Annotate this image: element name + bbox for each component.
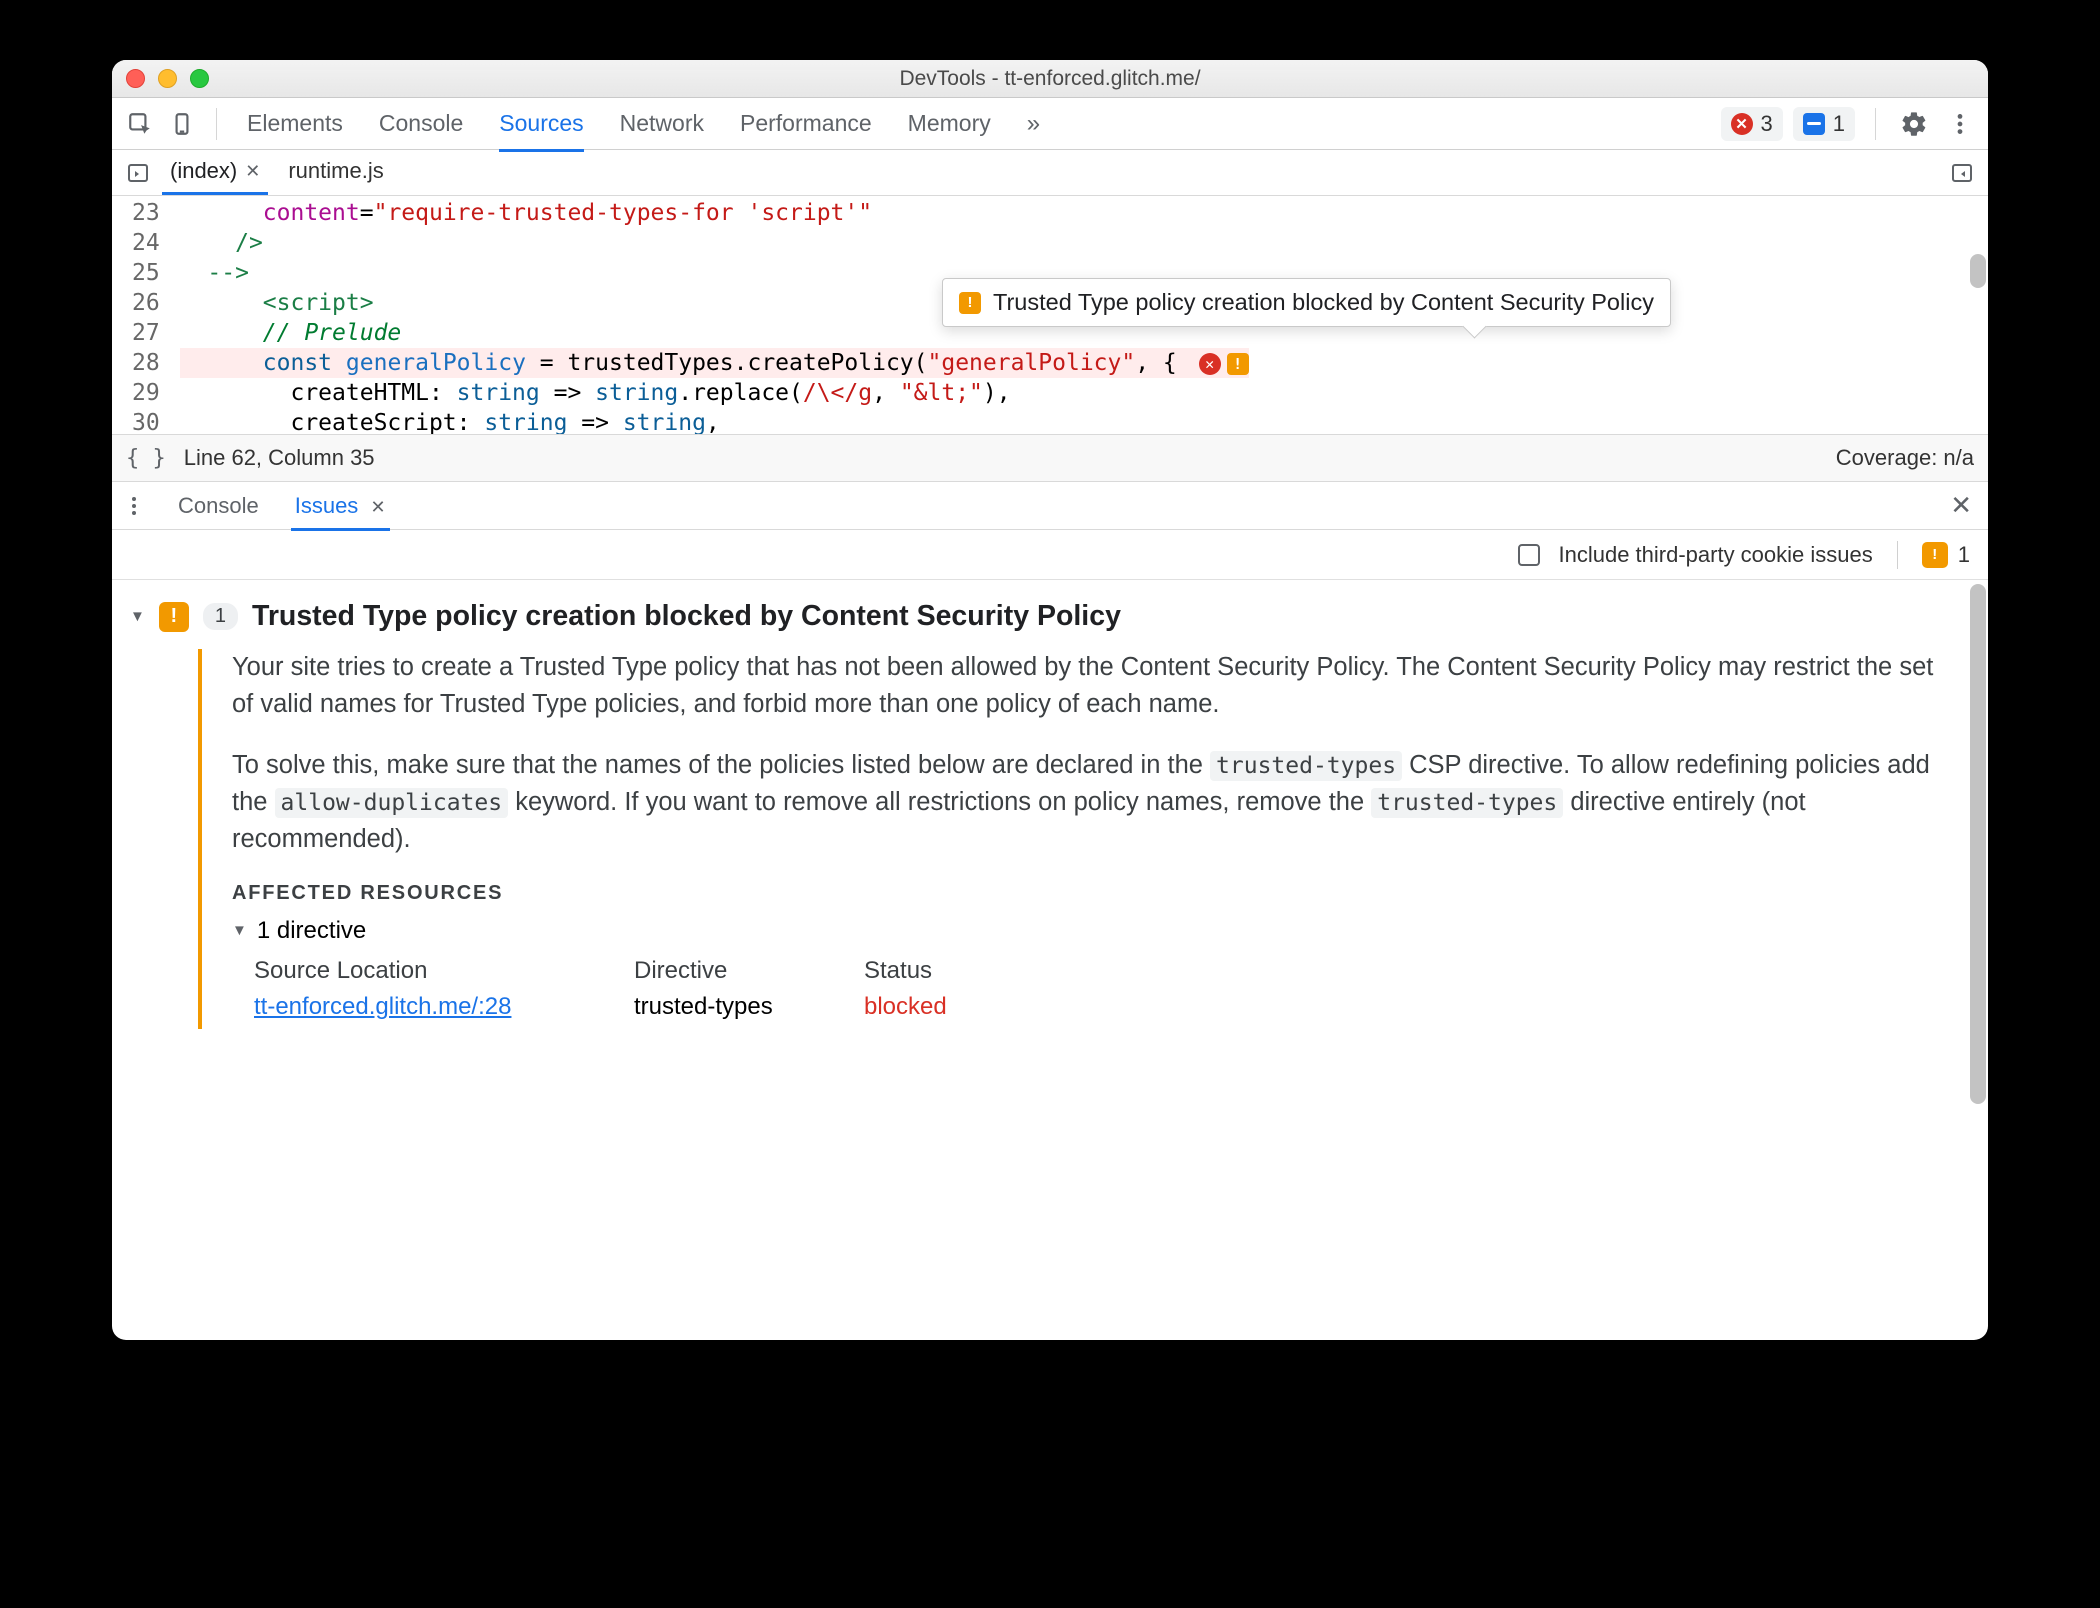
inspect-element-icon[interactable] [122, 106, 158, 142]
drawer-more-icon[interactable] [122, 494, 146, 518]
code-chip: trusted-types [1371, 788, 1563, 818]
td-source-location[interactable]: tt-enforced.glitch.me/:28 [254, 993, 634, 1021]
zoom-window-button[interactable] [190, 69, 209, 88]
message-icon [1803, 113, 1825, 135]
code-chip: allow-duplicates [275, 788, 509, 818]
line-gutter[interactable]: 2324252627282930 [112, 196, 172, 434]
tooltip-text: Trusted Type policy creation blocked by … [993, 289, 1654, 316]
issues-filter-bar: Include third-party cookie issues ! 1 [112, 530, 1988, 580]
diagnostic-tooltip: ! Trusted Type policy creation blocked b… [942, 278, 1671, 327]
th-directive: Directive [634, 957, 864, 985]
directive-summary: 1 directive [257, 917, 366, 945]
toolbar-right: ✕ 3 1 [1721, 106, 1979, 142]
settings-gear-icon[interactable] [1896, 106, 1932, 142]
titlebar: DevTools - tt-enforced.glitch.me/ [112, 60, 1988, 98]
separator [1875, 108, 1876, 140]
code-editor[interactable]: 2324252627282930 content="require-truste… [112, 196, 1988, 434]
include-third-party-label: Include third-party cookie issues [1558, 542, 1872, 568]
window-controls [126, 69, 209, 88]
issue-header[interactable]: ▼ ! 1 Trusted Type policy creation block… [130, 600, 1960, 633]
separator [1897, 541, 1898, 569]
minimize-window-button[interactable] [158, 69, 177, 88]
source-location-link[interactable]: tt-enforced.glitch.me/:28 [254, 993, 511, 1020]
drawer-tab-label: Issues [295, 493, 359, 518]
td-directive: trusted-types [634, 993, 864, 1021]
drawer-tab-issues[interactable]: Issues ✕ [291, 483, 390, 529]
scrollbar-vertical-thumb[interactable] [1970, 584, 1986, 1104]
close-window-button[interactable] [126, 69, 145, 88]
tab-console[interactable]: Console [379, 98, 463, 150]
scrollbar-vertical-thumb[interactable] [1970, 254, 1986, 288]
issue-count-badge: 1 [203, 603, 238, 630]
issues-count[interactable]: ! 1 [1922, 542, 1970, 568]
message-count-pill[interactable]: 1 [1793, 107, 1855, 141]
tab-sources[interactable]: Sources [499, 98, 583, 150]
error-count: 3 [1761, 111, 1773, 137]
tab-network[interactable]: Network [620, 98, 704, 150]
tab-elements[interactable]: Elements [247, 98, 343, 150]
issues-count-value: 1 [1958, 542, 1970, 568]
issue-paragraph-2: To solve this, make sure that the names … [232, 747, 1960, 858]
file-tab-label: runtime.js [288, 158, 383, 184]
warning-icon: ! [959, 292, 981, 314]
device-toolbar-icon[interactable] [164, 106, 200, 142]
affected-resources-table: Source Location Directive Status tt-enfo… [254, 957, 1960, 1021]
affected-resources-heading: AFFECTED RESOURCES [232, 882, 1960, 905]
directive-summary-row[interactable]: ▼ 1 directive [232, 917, 1960, 945]
code-chip: trusted-types [1210, 751, 1402, 781]
td-status: blocked [864, 993, 1064, 1021]
issue-title: Trusted Type policy creation blocked by … [252, 600, 1121, 633]
file-tab-label: (index) [170, 158, 237, 184]
message-count: 1 [1833, 111, 1845, 137]
panel-tabs: Elements Console Sources Network Perform… [247, 98, 1040, 150]
cursor-position: Line 62, Column 35 [184, 445, 375, 471]
close-tab-icon[interactable]: ✕ [370, 497, 385, 517]
th-status: Status [864, 957, 1064, 985]
issue-paragraph-1: Your site tries to create a Trusted Type… [232, 649, 1960, 723]
pretty-print-button[interactable]: { } [126, 446, 166, 471]
drawer-tabs: Console Issues ✕ ✕ [112, 482, 1988, 530]
window-title: DevTools - tt-enforced.glitch.me/ [112, 67, 1988, 91]
debugger-pane-toggle-icon[interactable] [1944, 155, 1980, 191]
issue-panel: ▼ ! 1 Trusted Type policy creation block… [112, 580, 1988, 1340]
warning-icon: ! [1922, 542, 1948, 568]
devtools-window: DevTools - tt-enforced.glitch.me/ Elemen… [112, 60, 1988, 1340]
file-tabs: (index) ✕ runtime.js [112, 150, 1988, 196]
tab-performance[interactable]: Performance [740, 98, 872, 150]
disclosure-triangle-icon[interactable]: ▼ [130, 608, 145, 625]
coverage-status: Coverage: n/a [1836, 445, 1974, 471]
editor-statusbar: { } Line 62, Column 35 Coverage: n/a [112, 434, 1988, 482]
tabs-overflow-button[interactable]: » [1027, 98, 1040, 150]
tab-memory[interactable]: Memory [908, 98, 991, 150]
navigator-toggle-icon[interactable] [120, 155, 156, 191]
file-tab-runtime[interactable]: runtime.js [274, 148, 397, 197]
close-tab-icon[interactable]: ✕ [245, 161, 260, 182]
issue-body: Your site tries to create a Trusted Type… [198, 649, 1960, 1029]
disclosure-triangle-icon[interactable]: ▼ [232, 922, 247, 939]
more-vertical-icon[interactable] [1942, 106, 1978, 142]
error-icon: ✕ [1731, 113, 1753, 135]
drawer-tab-console[interactable]: Console [174, 483, 263, 529]
warning-icon: ! [159, 602, 189, 632]
close-drawer-button[interactable]: ✕ [1940, 490, 1982, 521]
file-tab-index[interactable]: (index) ✕ [156, 148, 274, 197]
main-toolbar: Elements Console Sources Network Perform… [112, 98, 1988, 150]
separator [216, 108, 217, 140]
error-count-pill[interactable]: ✕ 3 [1721, 107, 1783, 141]
include-third-party-checkbox[interactable] [1518, 544, 1540, 566]
th-source-location: Source Location [254, 957, 634, 985]
